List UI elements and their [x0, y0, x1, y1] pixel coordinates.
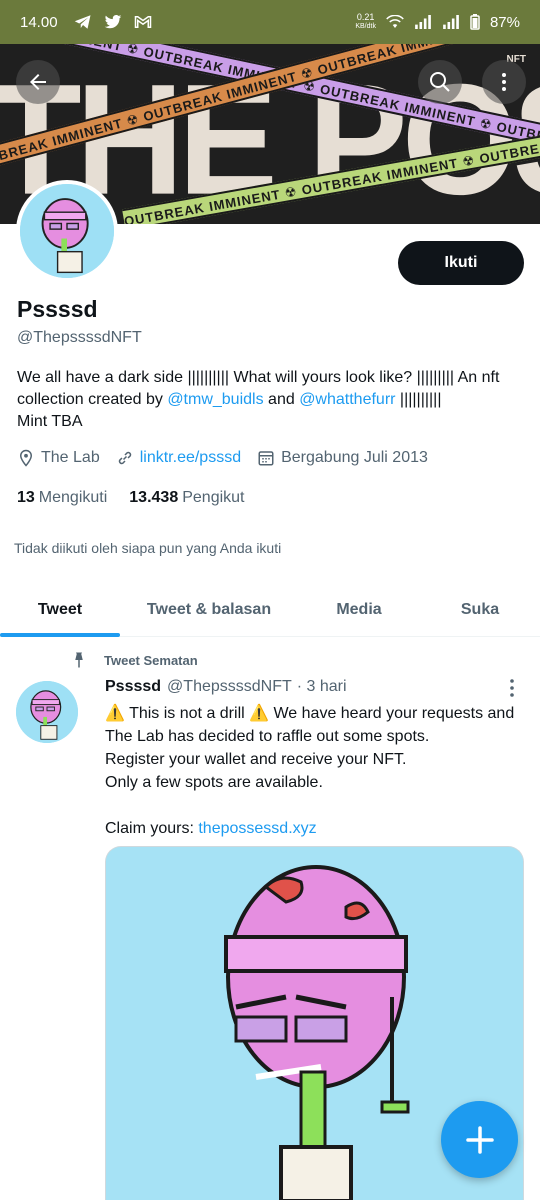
follow-button[interactable]: Ikuti [398, 241, 524, 285]
system-indicators: 0.21 KB/dtk 87% [355, 13, 520, 31]
compose-tweet-button[interactable] [441, 1101, 518, 1178]
network-speed-unit: KB/dtk [355, 23, 376, 30]
twitter-icon [104, 14, 121, 28]
link-icon [118, 451, 131, 465]
bio-text: and [263, 391, 300, 408]
notification-icons [74, 14, 152, 30]
search-button[interactable] [418, 60, 462, 104]
joined-item: Bergabung Juli 2013 [257, 449, 428, 467]
more-options-button[interactable] [482, 60, 526, 104]
more-vertical-icon [502, 73, 506, 91]
tweet-time: · 3 hari [296, 678, 347, 695]
back-arrow-icon [30, 74, 46, 90]
profile-website-link[interactable]: linktr.ee/psssd [140, 449, 241, 467]
profile-meta: The Lab linktr.ee/psssd Bergabung Juli 2… [17, 449, 444, 467]
tab-likes[interactable]: Suka [420, 583, 540, 637]
location-pin-icon [19, 449, 33, 467]
pinned-label-text: Tweet Sematan [104, 652, 198, 668]
profile-joined-date: Bergabung Juli 2013 [281, 449, 428, 466]
location-item: The Lab [17, 449, 100, 467]
tab-tweet-and-replies[interactable]: Tweet & balasan [120, 583, 298, 637]
pinned-tweet-label: Tweet Sematan [70, 651, 198, 669]
tweet-claim-line: Claim yours: thepossessd.xyz [105, 817, 530, 840]
website-item[interactable]: linktr.ee/psssd [116, 449, 241, 467]
profile-avatar[interactable] [16, 180, 118, 282]
profile-handle: @ThepssssdNFT [17, 329, 142, 346]
profile-name: Pssssd [17, 296, 98, 322]
claim-label: Claim yours: [105, 820, 199, 837]
tweet-author-handle: @ThepssssdNFT [167, 678, 292, 695]
network-speed: 0.21 KB/dtk [355, 13, 376, 31]
following-label: Mengikuti [38, 489, 108, 506]
back-button[interactable] [16, 60, 60, 104]
bio-mention-link[interactable]: @whatthefurr [299, 391, 395, 408]
tweet-author-avatar[interactable] [16, 681, 78, 743]
network-speed-value: 0.21 [356, 12, 375, 22]
following-count: 13 [17, 489, 35, 506]
followers-count-link[interactable]: 13.438 Pengikut [129, 489, 244, 507]
following-count-link[interactable]: 13 Mengikuti [17, 489, 107, 507]
tweet-header: Pssssd @ThepssssdNFT · 3 hari [105, 678, 347, 696]
follow-counts: 13 Mengikuti 13.438 Pengikut [17, 489, 244, 507]
bio-text: Mint TBA [17, 413, 83, 430]
tab-tweet[interactable]: Tweet [0, 583, 120, 637]
tweet-more-icon[interactable] [506, 678, 518, 698]
tweet-line: Register your wallet and receive your NF… [105, 751, 407, 768]
signal-icon [415, 15, 431, 29]
profile-tabs: Tweet Tweet & balasan Media Suka [0, 583, 540, 637]
mutual-followers-note: Tidak diikuti oleh siapa pun yang Anda i… [14, 540, 282, 556]
telegram-icon [74, 15, 91, 29]
plus-icon [465, 1125, 494, 1154]
gmail-icon [134, 16, 151, 28]
pin-icon [75, 652, 83, 668]
nft-character-avatar [20, 184, 114, 278]
wifi-icon [386, 15, 404, 28]
tab-media[interactable]: Media [298, 583, 420, 637]
profile-bio: We all have a dark side |||||||||| What … [17, 367, 522, 433]
tweet-line: ⚠️ This is not a drill ⚠️ We have heard … [105, 705, 515, 745]
followers-count: 13.438 [129, 489, 179, 506]
status-time: 14.00 [20, 13, 58, 31]
bio-mention-link[interactable]: @tmw_buidls [167, 391, 263, 408]
status-bar: 14.00 0.21 KB/dtk 87% [0, 0, 540, 44]
nft-character-avatar [16, 681, 78, 743]
signal-icon-2 [443, 15, 459, 29]
battery-percent: 87% [489, 13, 520, 31]
battery-icon [470, 14, 480, 30]
search-icon [430, 72, 450, 92]
followers-label: Pengikut [182, 489, 245, 506]
calendar-icon [258, 451, 274, 466]
profile-location: The Lab [41, 449, 100, 466]
claim-link[interactable]: thepossessd.xyz [198, 820, 316, 837]
tweet-author-name[interactable]: Pssssd [105, 678, 161, 696]
tweet-text: ⚠️ This is not a drill ⚠️ We have heard … [105, 702, 530, 840]
bio-text: |||||||||| [395, 391, 442, 408]
tweet-line: Only a few spots are available. [105, 774, 323, 791]
